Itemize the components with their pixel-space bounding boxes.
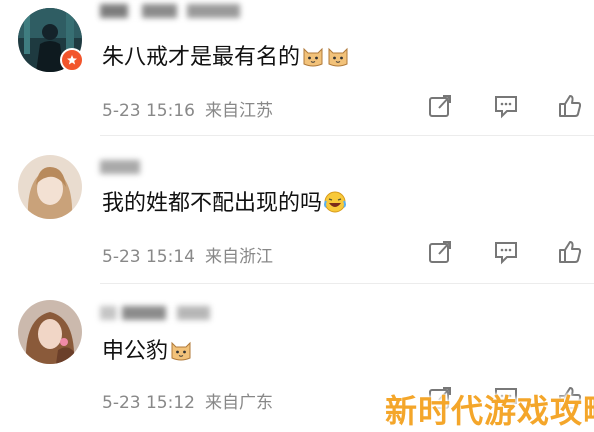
cat-face-icon: [326, 44, 350, 76]
like-icon[interactable]: [556, 92, 584, 120]
share-icon[interactable]: [426, 92, 454, 120]
timestamp: 5-23 15:12: [102, 393, 195, 413]
avatar[interactable]: [18, 300, 82, 364]
divider: [100, 135, 594, 136]
timestamp: 5-23 15:16: [102, 101, 195, 121]
watermark: 新时代游戏攻略: [385, 392, 594, 430]
comment-text: 朱八戒才是最有名的: [102, 44, 350, 76]
comment-icon[interactable]: [492, 92, 520, 120]
comment-text: 申公豹: [102, 338, 193, 370]
username-blurred: [100, 160, 140, 174]
comment-meta: 5-23 15:16 来自江苏: [102, 96, 273, 121]
avatar[interactable]: [18, 155, 82, 219]
comment-actions: [420, 92, 590, 120]
location: 来自浙江: [204, 247, 273, 267]
like-icon[interactable]: [556, 238, 584, 266]
comment-actions: [420, 238, 590, 266]
comment-meta: 5-23 15:14 来自浙江: [102, 242, 273, 267]
location: 来自广东: [204, 393, 273, 413]
location: 来自江苏: [204, 101, 273, 121]
comment-icon[interactable]: [492, 238, 520, 266]
cat-face-icon: [301, 44, 325, 76]
username-blurred: [100, 306, 210, 320]
cat-face-icon: [169, 338, 193, 370]
verified-badge-icon: [60, 48, 84, 72]
username-blurred: [100, 4, 240, 18]
timestamp: 5-23 15:14: [102, 247, 195, 267]
comment-text: 我的姓都不配出现的吗: [102, 190, 347, 222]
laugh-cry-icon: [323, 190, 347, 222]
divider: [100, 283, 594, 284]
share-icon[interactable]: [426, 238, 454, 266]
comment-meta: 5-23 15:12 来自广东: [102, 388, 273, 413]
